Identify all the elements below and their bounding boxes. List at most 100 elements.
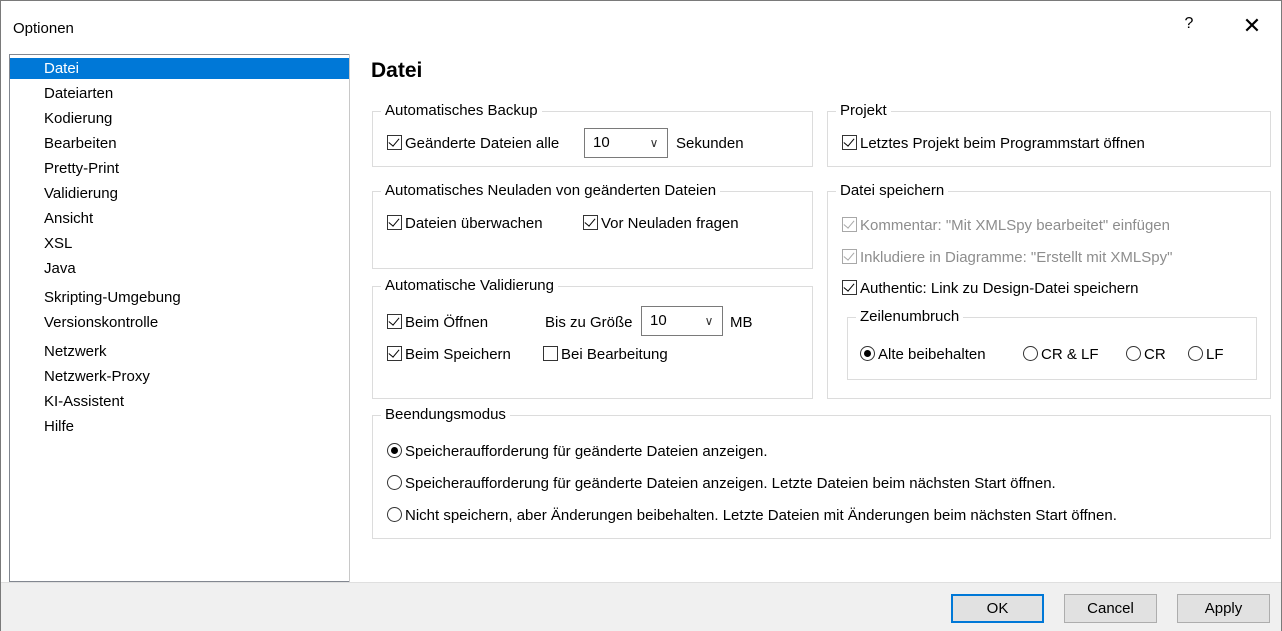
project-group: Projekt Letztes Projekt beim Programmsta… bbox=[827, 101, 1271, 167]
authentic-row[interactable]: Authentic: Link zu Design-Datei speicher… bbox=[842, 279, 1138, 299]
exit-mode-group: Beendungsmodus Speicheraufforderung für … bbox=[372, 405, 1271, 539]
apply-button[interactable]: Apply bbox=[1177, 594, 1270, 623]
help-button[interactable]: ? bbox=[1179, 15, 1199, 39]
validate-open-label: Beim Öffnen bbox=[405, 314, 489, 331]
exit-option-3-radio[interactable] bbox=[387, 507, 402, 522]
backup-interval-value: 10 bbox=[593, 134, 610, 151]
validate-edit-checkbox[interactable] bbox=[543, 346, 558, 361]
comment-label: Kommentar: "Mit XMLSpy bearbeitet" einfü… bbox=[860, 217, 1170, 234]
sidebar-item-validierung[interactable]: Validierung bbox=[10, 183, 349, 204]
validate-save-checkbox[interactable] bbox=[387, 346, 402, 361]
size-limit-label: Bis zu Größe bbox=[545, 314, 633, 331]
exit-option-1-radio[interactable] bbox=[387, 443, 402, 458]
lf-radio[interactable] bbox=[1188, 346, 1203, 361]
exit-option-3-row[interactable]: Nicht speichern, aber Änderungen beibeha… bbox=[387, 506, 1117, 526]
backup-group: Automatisches Backup Geänderte Dateien a… bbox=[372, 101, 813, 167]
watch-files-label: Dateien überwachen bbox=[405, 215, 543, 232]
validate-save-label: Beim Speichern bbox=[405, 346, 511, 363]
comment-checkbox bbox=[842, 217, 857, 232]
linebreak-group: Zeilenumbruch Alte beibehalten CR & LF C… bbox=[847, 307, 1257, 380]
button-bar: OK Cancel Apply bbox=[1, 582, 1281, 631]
keep-linebreak-row[interactable]: Alte beibehalten bbox=[860, 345, 986, 365]
sidebar-item-ki-assistent[interactable]: KI-Assistent bbox=[10, 391, 349, 412]
save-group: Datei speichern Kommentar: "Mit XMLSpy b… bbox=[827, 181, 1271, 399]
size-limit-value: 10 bbox=[650, 312, 667, 329]
validate-edit-row[interactable]: Bei Bearbeitung bbox=[543, 345, 668, 365]
include-label: Inkludiere in Diagramme: "Erstellt mit X… bbox=[860, 249, 1173, 266]
title-bar: Optionen ? ✕ bbox=[1, 1, 1281, 51]
ok-button[interactable]: OK bbox=[951, 594, 1044, 623]
sidebar-item-netzwerk-proxy[interactable]: Netzwerk-Proxy bbox=[10, 366, 349, 387]
crlf-row[interactable]: CR & LF bbox=[1023, 345, 1099, 365]
open-last-project-checkbox[interactable] bbox=[842, 135, 857, 150]
validate-edit-label: Bei Bearbeitung bbox=[561, 346, 668, 363]
backup-group-label: Automatisches Backup bbox=[381, 101, 542, 121]
sidebar-item-netzwerk[interactable]: Netzwerk bbox=[10, 341, 349, 362]
reload-group: Automatisches Neuladen von geänderten Da… bbox=[372, 181, 813, 269]
include-row: Inkludiere in Diagramme: "Erstellt mit X… bbox=[842, 248, 1172, 268]
sidebar-item-kodierung[interactable]: Kodierung bbox=[10, 108, 349, 129]
watch-files-checkbox[interactable] bbox=[387, 215, 402, 230]
size-unit-label: MB bbox=[730, 314, 753, 331]
lf-label: LF bbox=[1206, 346, 1224, 363]
cr-radio[interactable] bbox=[1126, 346, 1141, 361]
backup-unit-label: Sekunden bbox=[676, 135, 744, 152]
sidebar-divider bbox=[349, 54, 350, 582]
cancel-button[interactable]: Cancel bbox=[1064, 594, 1157, 623]
sidebar-item-xsl[interactable]: XSL bbox=[10, 233, 349, 254]
exit-option-2-row[interactable]: Speicheraufforderung für geänderte Datei… bbox=[387, 474, 1056, 494]
keep-linebreak-radio[interactable] bbox=[860, 346, 875, 361]
open-last-project-row[interactable]: Letztes Projekt beim Programmstart öffne… bbox=[842, 134, 1145, 154]
ask-reload-checkbox[interactable] bbox=[583, 215, 598, 230]
sidebar-item-skripting-umgebung[interactable]: Skripting-Umgebung bbox=[10, 287, 349, 308]
close-button[interactable]: ✕ bbox=[1239, 13, 1265, 39]
sidebar-item-ansicht[interactable]: Ansicht bbox=[10, 208, 349, 229]
linebreak-group-label: Zeilenumbruch bbox=[856, 307, 964, 327]
backup-checkbox-label: Geänderte Dateien alle bbox=[405, 135, 560, 152]
validate-save-row[interactable]: Beim Speichern bbox=[387, 345, 511, 365]
sidebar-item-versionskontrolle[interactable]: Versionskontrolle bbox=[10, 312, 349, 333]
window-title: Optionen bbox=[13, 20, 74, 37]
project-group-label: Projekt bbox=[836, 101, 891, 121]
sidebar-item-datei[interactable]: Datei bbox=[10, 58, 349, 79]
validation-group-label: Automatische Validierung bbox=[381, 276, 558, 296]
validate-open-checkbox[interactable] bbox=[387, 314, 402, 329]
include-checkbox bbox=[842, 249, 857, 264]
ask-reload-row[interactable]: Vor Neuladen fragen bbox=[583, 214, 739, 234]
reload-group-label: Automatisches Neuladen von geänderten Da… bbox=[381, 181, 721, 201]
sidebar-item-dateiarten[interactable]: Dateiarten bbox=[10, 83, 349, 104]
exit-option-2-label: Speicheraufforderung für geänderte Datei… bbox=[405, 475, 1056, 492]
exit-option-1-label: Speicheraufforderung für geänderte Datei… bbox=[405, 443, 768, 460]
authentic-label: Authentic: Link zu Design-Datei speicher… bbox=[860, 280, 1139, 297]
cr-row[interactable]: CR bbox=[1126, 345, 1166, 365]
options-dialog: Optionen ? ✕ Datei Dateiarten Kodierung … bbox=[0, 0, 1282, 631]
category-list: Datei Dateiarten Kodierung Bearbeiten Pr… bbox=[9, 54, 350, 582]
save-group-label: Datei speichern bbox=[836, 181, 949, 201]
chevron-down-icon: ∨ bbox=[704, 314, 714, 328]
open-last-project-label: Letztes Projekt beim Programmstart öffne… bbox=[860, 135, 1145, 152]
sidebar-item-hilfe[interactable]: Hilfe bbox=[10, 416, 349, 437]
sidebar-item-java[interactable]: Java bbox=[10, 258, 349, 279]
exit-option-2-radio[interactable] bbox=[387, 475, 402, 490]
validation-group: Automatische Validierung Beim Öffnen Bis… bbox=[372, 276, 813, 399]
exit-option-3-label: Nicht speichern, aber Änderungen beibeha… bbox=[405, 507, 1117, 524]
lf-row[interactable]: LF bbox=[1188, 345, 1224, 365]
keep-linebreak-label: Alte beibehalten bbox=[878, 346, 986, 363]
sidebar-item-pretty-print[interactable]: Pretty-Print bbox=[10, 158, 349, 179]
ask-reload-label: Vor Neuladen fragen bbox=[601, 215, 739, 232]
page-title: Datei bbox=[371, 59, 423, 82]
exit-option-1-row[interactable]: Speicheraufforderung für geänderte Datei… bbox=[387, 442, 767, 462]
crlf-label: CR & LF bbox=[1041, 346, 1099, 363]
size-limit-combo[interactable]: 10 ∨ bbox=[641, 306, 723, 336]
crlf-radio[interactable] bbox=[1023, 346, 1038, 361]
authentic-checkbox[interactable] bbox=[842, 280, 857, 295]
sidebar-item-bearbeiten[interactable]: Bearbeiten bbox=[10, 133, 349, 154]
backup-checkbox[interactable] bbox=[387, 135, 402, 150]
cr-label: CR bbox=[1144, 346, 1166, 363]
comment-row: Kommentar: "Mit XMLSpy bearbeitet" einfü… bbox=[842, 216, 1170, 236]
validate-open-row[interactable]: Beim Öffnen bbox=[387, 313, 488, 333]
backup-interval-combo[interactable]: 10 ∨ bbox=[584, 128, 668, 158]
backup-checkbox-row[interactable]: Geänderte Dateien alle bbox=[387, 134, 559, 154]
watch-files-row[interactable]: Dateien überwachen bbox=[387, 214, 543, 234]
chevron-down-icon: ∨ bbox=[649, 136, 659, 150]
